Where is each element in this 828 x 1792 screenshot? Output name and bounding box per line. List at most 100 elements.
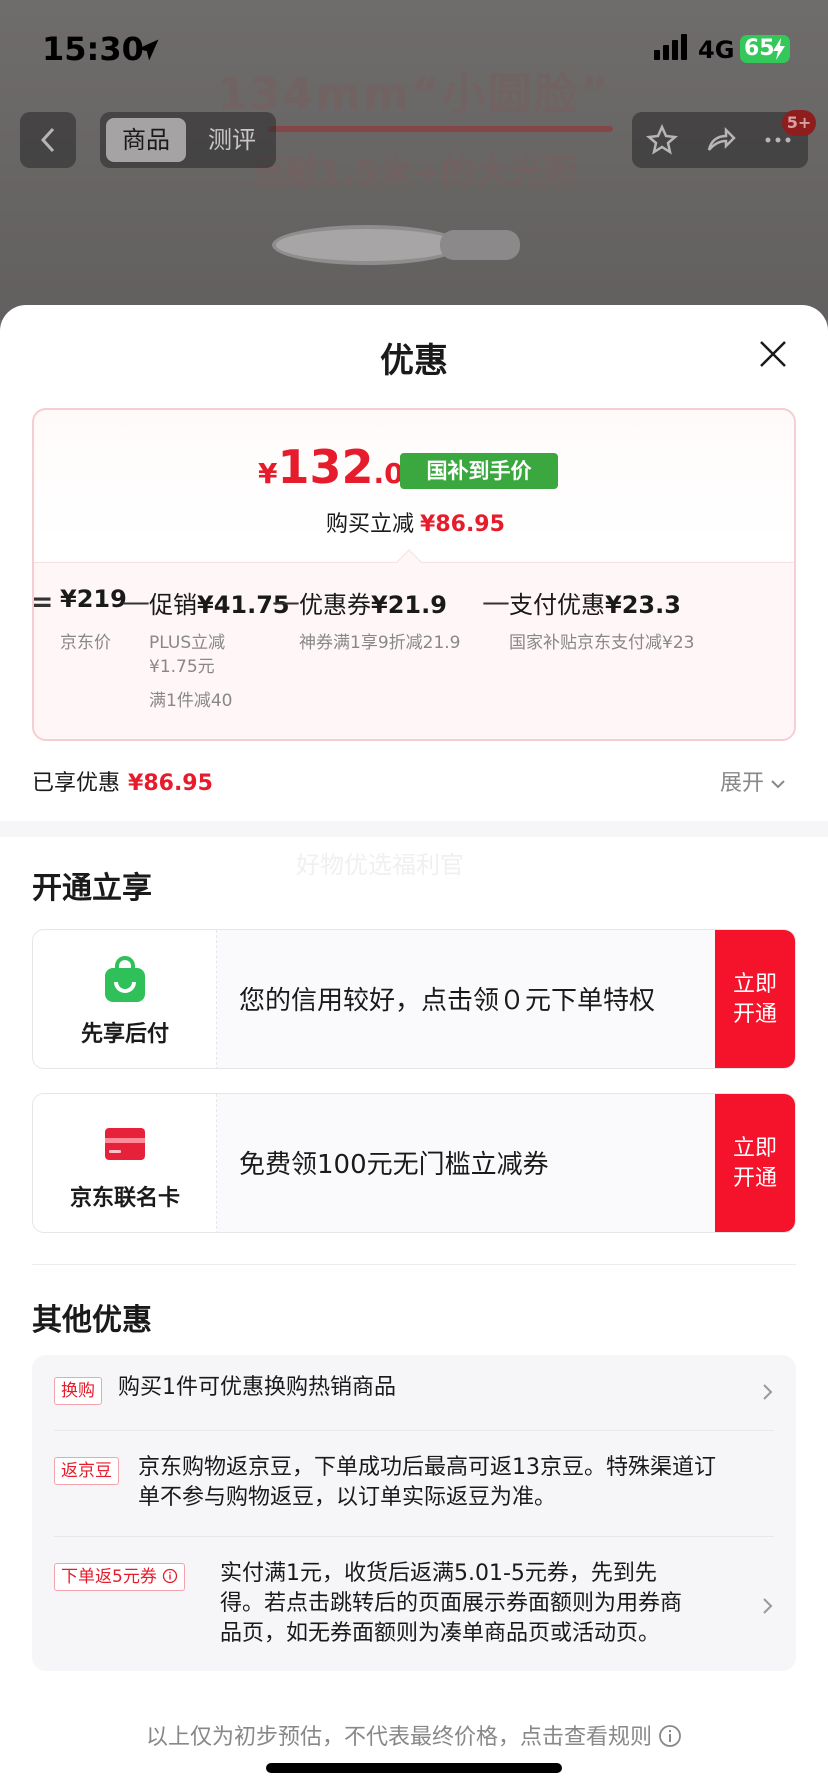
star-icon[interactable] [646, 124, 678, 156]
enjoyed-label: 已享优惠 [32, 771, 121, 796]
promotion-sub-1: PLUS立减 [149, 633, 226, 653]
calc-term-jd-price: ¥219 [60, 585, 127, 613]
coupon-name: 优惠券 [299, 591, 371, 619]
tab-product[interactable]: 商品 [106, 118, 186, 162]
network-type: 4G [698, 36, 735, 64]
message-badge: 5+ [782, 110, 816, 136]
status-time: 15:30 [42, 30, 144, 68]
charging-bolt-icon [773, 38, 785, 60]
price-integer: 132 [277, 440, 374, 494]
coupon-return-line-2: 得。若点击跳转后的页面展示券面额则为用券商 [220, 1591, 683, 1616]
jd-price-value: ¥219 [60, 585, 127, 613]
coupon-sub: 神券满1享9折减21.9 [299, 633, 461, 653]
chevron-left-icon [40, 127, 55, 153]
share-icon[interactable] [704, 124, 736, 156]
other-discounts-list: 换购 购买1件可优惠换购热销商品 返京豆 京东购物返京豆，下单成功后最高可返13… [32, 1355, 796, 1671]
price-breakdown-card: ¥132.05 国补到手价 购买立减 ¥86.95 = ¥219 京东价 — 促销… [32, 408, 796, 741]
payment-sub: 国家补贴京东支付减¥23 [509, 633, 695, 653]
shopping-bag-icon [105, 956, 145, 1002]
other-section-title: 其他优惠 [32, 1303, 152, 1338]
credit-card-icon [105, 1128, 145, 1160]
coupon-return-tag: 下单返5元券 [54, 1563, 186, 1591]
chevron-right-icon [763, 1384, 773, 1400]
activate-button[interactable]: 立即 开通 [715, 930, 795, 1068]
nav-tab-group: 商品 测评 [100, 112, 276, 168]
calc-term-coupon: 优惠券¥21.9 [299, 585, 447, 620]
coupon-return-tag-text: 下单返5元券 [61, 1567, 157, 1587]
jd-beans-line-2: 单不参与购物返豆，以订单实际返豆为准。 [138, 1485, 557, 1510]
jd-beans-text: 京东购物返京豆，下单成功后最高可返13京豆。特殊渠道订 单不参与购物返豆，以订单… [138, 1453, 716, 1513]
buy-reduce-line: 购买立减 ¥86.95 [326, 506, 505, 538]
battery-indicator: 65 [740, 35, 790, 63]
calc-term-promotion: 促销¥41.75 [149, 585, 290, 620]
activate-label-2: 开通 [732, 1166, 777, 1191]
expand-label: 展开 [720, 771, 765, 796]
offer-description: 免费领100元无门槛立减券 [239, 1150, 549, 1180]
home-indicator [266, 1763, 562, 1773]
activate-button[interactable]: 立即 开通 [715, 1094, 795, 1232]
offer-card-cobrand[interactable]: 京东联名卡 免费领100元无门槛立减券 立即 开通 [32, 1093, 796, 1233]
calc-term-payment: 支付优惠¥23.3 [509, 585, 681, 620]
offer-label: 京东联名卡 [69, 1186, 180, 1211]
offer-description: 您的信用较好，点击领０元下单特权 [239, 986, 656, 1016]
back-button[interactable] [20, 112, 76, 168]
enjoyed-amount: ¥86.95 [128, 771, 213, 796]
promotion-name: 促销 [149, 591, 197, 619]
pointer-arrow [396, 549, 422, 575]
activate-label-1: 立即 [732, 972, 777, 997]
sheet-title: 优惠 [380, 341, 448, 381]
offer-left-panel: 先享后付 [33, 930, 217, 1068]
lamp-arm-image [440, 230, 520, 260]
discount-sheet: 优惠 ¥132.05 国补到手价 购买立减 ¥86.95 = ¥219 京东价 —… [0, 305, 828, 1792]
divider-line [32, 1264, 796, 1265]
coupon-return-line-1: 实付满1元，收货后返满5.01-5元券，先到先 [220, 1561, 657, 1586]
promotion-sub-2: ¥1.75元 [149, 657, 215, 677]
chevron-down-icon [771, 780, 785, 789]
location-arrow-icon [137, 39, 159, 61]
other-item-coupon-return[interactable]: 下单返5元券 实付满1元，收货后返满5.01-5元券，先到先 得。若点击跳转后的… [54, 1561, 774, 1655]
lamp-image [272, 225, 462, 265]
open-section-title: 开通立享 [32, 871, 152, 906]
payment-name: 支付优惠 [509, 591, 605, 619]
close-icon[interactable] [758, 339, 788, 369]
signal-icon [654, 34, 687, 60]
status-bar: 15:30 4G 65 [0, 0, 828, 100]
activate-label-1: 立即 [732, 1136, 777, 1161]
tab-review[interactable]: 测评 [192, 118, 272, 162]
coupon-return-line-3: 品页，如无券面额则为凑单商品页或活动页。 [220, 1621, 661, 1646]
minus-sign: — [122, 585, 150, 618]
expand-button[interactable]: 展开 [720, 765, 786, 797]
info-icon [163, 1568, 178, 1584]
item-divider [54, 1430, 774, 1431]
offer-left-panel: 京东联名卡 [33, 1094, 217, 1232]
price-currency: ¥ [258, 457, 278, 490]
rules-note-text: 以上仅为初步预估，不代表最终价格，点击查看规则 [145, 1725, 652, 1750]
jd-beans-line-1: 京东购物返京豆，下单成功后最高可返13京豆。特殊渠道订 [138, 1455, 716, 1480]
trade-up-tag: 换购 [54, 1377, 102, 1405]
buy-reduce-amount: ¥86.95 [420, 512, 505, 537]
coupon-return-text: 实付满1元，收货后返满5.01-5元券，先到先 得。若点击跳转后的页面展示券面额… [220, 1559, 682, 1649]
watermark-text: 好物优选福利官 [296, 851, 464, 879]
chevron-right-icon [763, 1598, 773, 1614]
subsidy-price-tag: 国补到手价 [400, 453, 558, 489]
promotion-sub-3: 满1件减40 [149, 691, 233, 711]
coupon-value: ¥21.9 [371, 591, 447, 619]
other-item-trade-up[interactable]: 换购 购买1件可优惠换购热销商品 [54, 1375, 774, 1413]
price-calculation-row: = ¥219 京东价 — 促销¥41.75 PLUS立减 ¥1.75元 满1件减… [32, 549, 794, 739]
activate-label-2: 开通 [732, 1002, 777, 1027]
enjoyed-discount: 已享优惠 ¥86.95 [32, 765, 213, 797]
info-icon [659, 1725, 681, 1747]
offer-card-pay-later[interactable]: 先享后付 您的信用较好，点击领０元下单特权 立即 开通 [32, 929, 796, 1069]
battery-level: 65 [744, 36, 775, 61]
final-price: ¥132.05 [258, 440, 423, 494]
minus-sign: — [272, 585, 300, 618]
payment-value: ¥23.3 [605, 591, 681, 619]
rules-note[interactable]: 以上仅为初步预估，不代表最终价格，点击查看规则 [0, 1719, 828, 1751]
item-divider [54, 1536, 774, 1537]
trade-up-text: 购买1件可优惠换购热销商品 [118, 1375, 396, 1400]
offer-label: 先享后付 [80, 1022, 169, 1047]
equals-sign: = [32, 585, 54, 618]
headline-underline [268, 126, 613, 132]
minus-sign: — [482, 585, 510, 618]
other-item-jd-beans: 返京豆 京东购物返京豆，下单成功后最高可返13京豆。特殊渠道订 单不参与购物返豆… [54, 1455, 774, 1519]
